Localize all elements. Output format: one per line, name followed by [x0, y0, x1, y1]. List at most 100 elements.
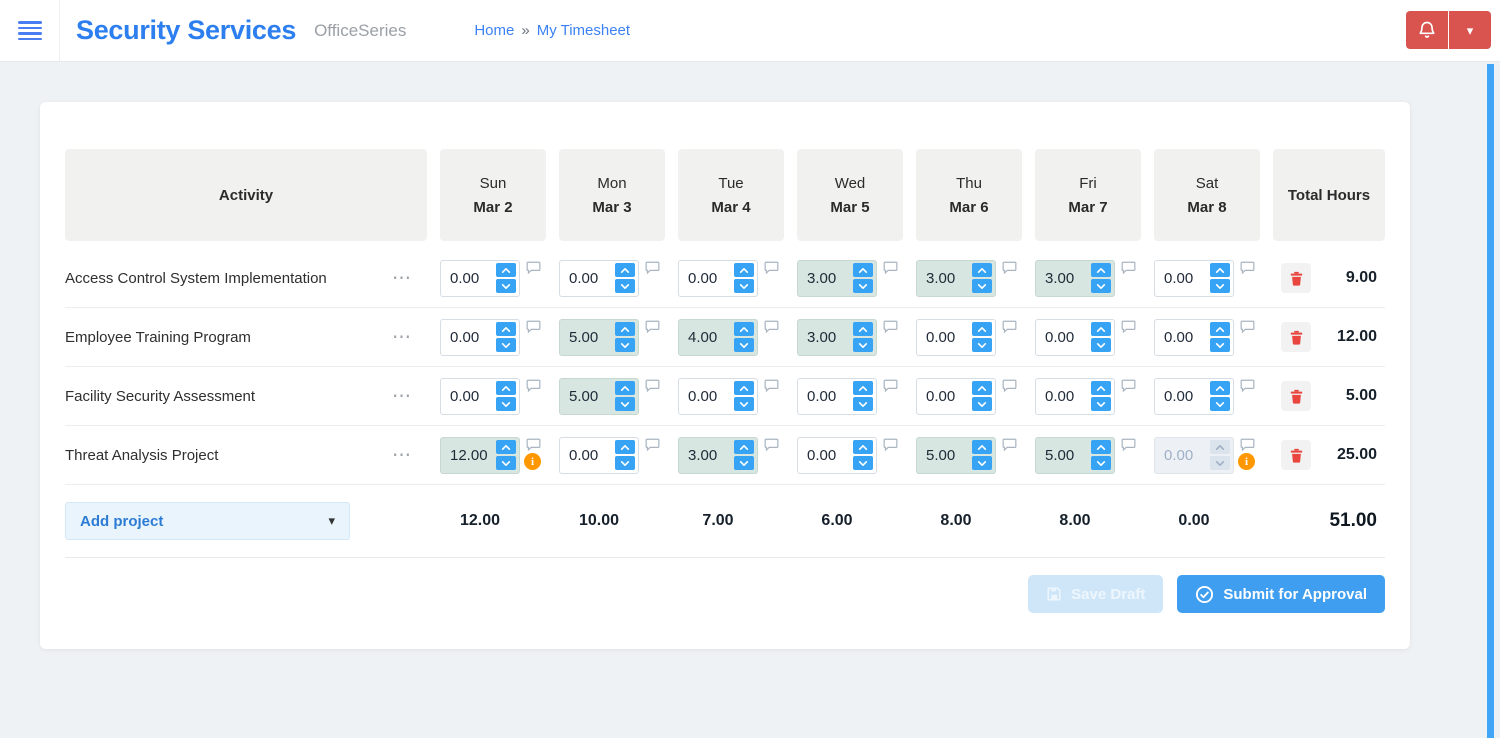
increment-button[interactable] — [1091, 381, 1111, 395]
increment-button[interactable] — [496, 440, 516, 454]
hamburger-menu-icon[interactable] — [0, 0, 60, 61]
hours-input[interactable]: 5.00 — [559, 377, 639, 415]
hours-input[interactable]: 0.00 — [678, 259, 758, 297]
comment-icon[interactable] — [1002, 320, 1017, 334]
comment-icon[interactable] — [526, 438, 541, 452]
hours-input[interactable]: 0.00 — [440, 318, 520, 356]
breadcrumb-home-link[interactable]: Home — [474, 22, 514, 39]
decrement-button[interactable] — [853, 397, 873, 411]
decrement-button[interactable] — [1210, 338, 1230, 352]
user-menu-button[interactable]: ▾ — [1449, 11, 1491, 49]
decrement-button[interactable] — [615, 397, 635, 411]
comment-icon[interactable] — [1240, 320, 1255, 334]
decrement-button[interactable] — [615, 456, 635, 470]
increment-button[interactable] — [1210, 263, 1230, 277]
comment-icon[interactable] — [1240, 438, 1255, 452]
increment-button[interactable] — [615, 322, 635, 336]
decrement-button[interactable] — [734, 456, 754, 470]
comment-icon[interactable] — [883, 379, 898, 393]
comment-icon[interactable] — [1121, 438, 1136, 452]
increment-button[interactable] — [734, 381, 754, 395]
increment-button[interactable] — [972, 322, 992, 336]
decrement-button[interactable] — [496, 456, 516, 470]
comment-icon[interactable] — [764, 320, 779, 334]
increment-button[interactable] — [853, 381, 873, 395]
comment-icon[interactable] — [526, 261, 541, 275]
breadcrumb-current-link[interactable]: My Timesheet — [537, 22, 630, 39]
decrement-button[interactable] — [1091, 397, 1111, 411]
hours-input[interactable]: 5.00 — [1035, 436, 1115, 474]
hours-input[interactable]: 0.00 — [916, 377, 996, 415]
row-menu-icon[interactable]: ⋯ — [392, 328, 413, 347]
increment-button[interactable] — [972, 440, 992, 454]
comment-icon[interactable] — [1121, 379, 1136, 393]
decrement-button[interactable] — [972, 279, 992, 293]
hours-input[interactable]: 0.00 — [1154, 436, 1234, 474]
hours-input[interactable]: 0.00 — [1035, 318, 1115, 356]
add-project-dropdown[interactable]: Add project ▾ — [65, 502, 350, 540]
hours-input[interactable]: 12.00 — [440, 436, 520, 474]
delete-row-button[interactable] — [1281, 381, 1311, 411]
decrement-button[interactable] — [496, 397, 516, 411]
comment-icon[interactable] — [526, 320, 541, 334]
delete-row-button[interactable] — [1281, 322, 1311, 352]
decrement-button[interactable] — [1091, 456, 1111, 470]
hours-input[interactable]: 0.00 — [678, 377, 758, 415]
comment-icon[interactable] — [764, 379, 779, 393]
hours-input[interactable]: 0.00 — [559, 436, 639, 474]
comment-icon[interactable] — [1002, 261, 1017, 275]
decrement-button[interactable] — [1210, 397, 1230, 411]
hours-input[interactable]: 0.00 — [1035, 377, 1115, 415]
increment-button[interactable] — [853, 440, 873, 454]
hours-input[interactable]: 3.00 — [797, 259, 877, 297]
comment-icon[interactable] — [764, 438, 779, 452]
increment-button[interactable] — [972, 381, 992, 395]
comment-icon[interactable] — [645, 261, 660, 275]
decrement-button[interactable] — [496, 279, 516, 293]
increment-button[interactable] — [496, 322, 516, 336]
hours-input[interactable]: 0.00 — [1154, 259, 1234, 297]
hours-input[interactable]: 3.00 — [916, 259, 996, 297]
delete-row-button[interactable] — [1281, 263, 1311, 293]
decrement-button[interactable] — [734, 279, 754, 293]
decrement-button[interactable] — [972, 397, 992, 411]
increment-button[interactable] — [1210, 322, 1230, 336]
hours-input[interactable]: 0.00 — [440, 259, 520, 297]
notifications-button[interactable] — [1406, 11, 1448, 49]
increment-button[interactable] — [1210, 381, 1230, 395]
increment-button[interactable] — [496, 381, 516, 395]
decrement-button[interactable] — [1210, 456, 1230, 470]
decrement-button[interactable] — [615, 338, 635, 352]
hours-input[interactable]: 0.00 — [916, 318, 996, 356]
decrement-button[interactable] — [496, 338, 516, 352]
hours-input[interactable]: 5.00 — [559, 318, 639, 356]
increment-button[interactable] — [853, 263, 873, 277]
increment-button[interactable] — [1091, 440, 1111, 454]
increment-button[interactable] — [496, 263, 516, 277]
increment-button[interactable] — [1091, 322, 1111, 336]
scrollbar-thumb[interactable] — [1487, 64, 1494, 738]
comment-icon[interactable] — [1002, 379, 1017, 393]
decrement-button[interactable] — [972, 456, 992, 470]
increment-button[interactable] — [615, 440, 635, 454]
submit-for-approval-button[interactable]: Submit for Approval — [1177, 575, 1385, 613]
decrement-button[interactable] — [853, 456, 873, 470]
increment-button[interactable] — [615, 263, 635, 277]
hours-input[interactable]: 0.00 — [1154, 377, 1234, 415]
decrement-button[interactable] — [615, 279, 635, 293]
row-menu-icon[interactable]: ⋯ — [392, 446, 413, 465]
hours-input[interactable]: 0.00 — [440, 377, 520, 415]
decrement-button[interactable] — [734, 338, 754, 352]
decrement-button[interactable] — [972, 338, 992, 352]
comment-icon[interactable] — [526, 379, 541, 393]
comment-icon[interactable] — [883, 261, 898, 275]
increment-button[interactable] — [1091, 263, 1111, 277]
hours-input[interactable]: 4.00 — [678, 318, 758, 356]
row-menu-icon[interactable]: ⋯ — [392, 269, 413, 288]
hours-input[interactable]: 0.00 — [797, 436, 877, 474]
hours-input[interactable]: 0.00 — [559, 259, 639, 297]
comment-icon[interactable] — [883, 320, 898, 334]
delete-row-button[interactable] — [1281, 440, 1311, 470]
comment-icon[interactable] — [645, 320, 660, 334]
comment-icon[interactable] — [1121, 320, 1136, 334]
